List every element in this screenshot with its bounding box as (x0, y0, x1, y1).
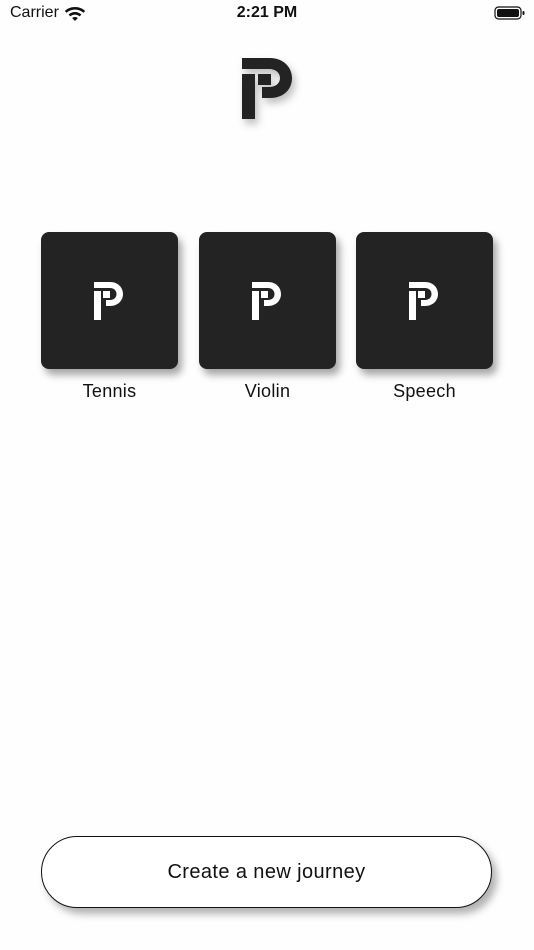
p-logo-icon (242, 58, 292, 119)
journey-list: Tennis Violin Speech (41, 232, 501, 412)
journey-card[interactable] (41, 232, 178, 369)
create-journey-button[interactable]: Create a new journey (41, 836, 492, 908)
status-time: 2:21 PM (236, 4, 298, 21)
journey-card[interactable] (356, 232, 493, 369)
journey-tile-violin[interactable]: Violin (199, 232, 336, 412)
status-bar: Carrier 2:21 PM (0, 0, 534, 28)
p-logo-icon (408, 281, 438, 320)
journey-label: Speech (393, 381, 456, 401)
journey-label: Violin (244, 381, 291, 401)
p-logo-icon (93, 281, 123, 320)
journey-card[interactable] (199, 232, 336, 369)
journey-label: Tennis (82, 381, 137, 401)
journey-tile-tennis[interactable]: Tennis (41, 232, 178, 412)
battery-full-icon (494, 6, 525, 20)
journey-tile-speech[interactable]: Speech (356, 232, 493, 412)
p-logo-icon (251, 281, 281, 320)
